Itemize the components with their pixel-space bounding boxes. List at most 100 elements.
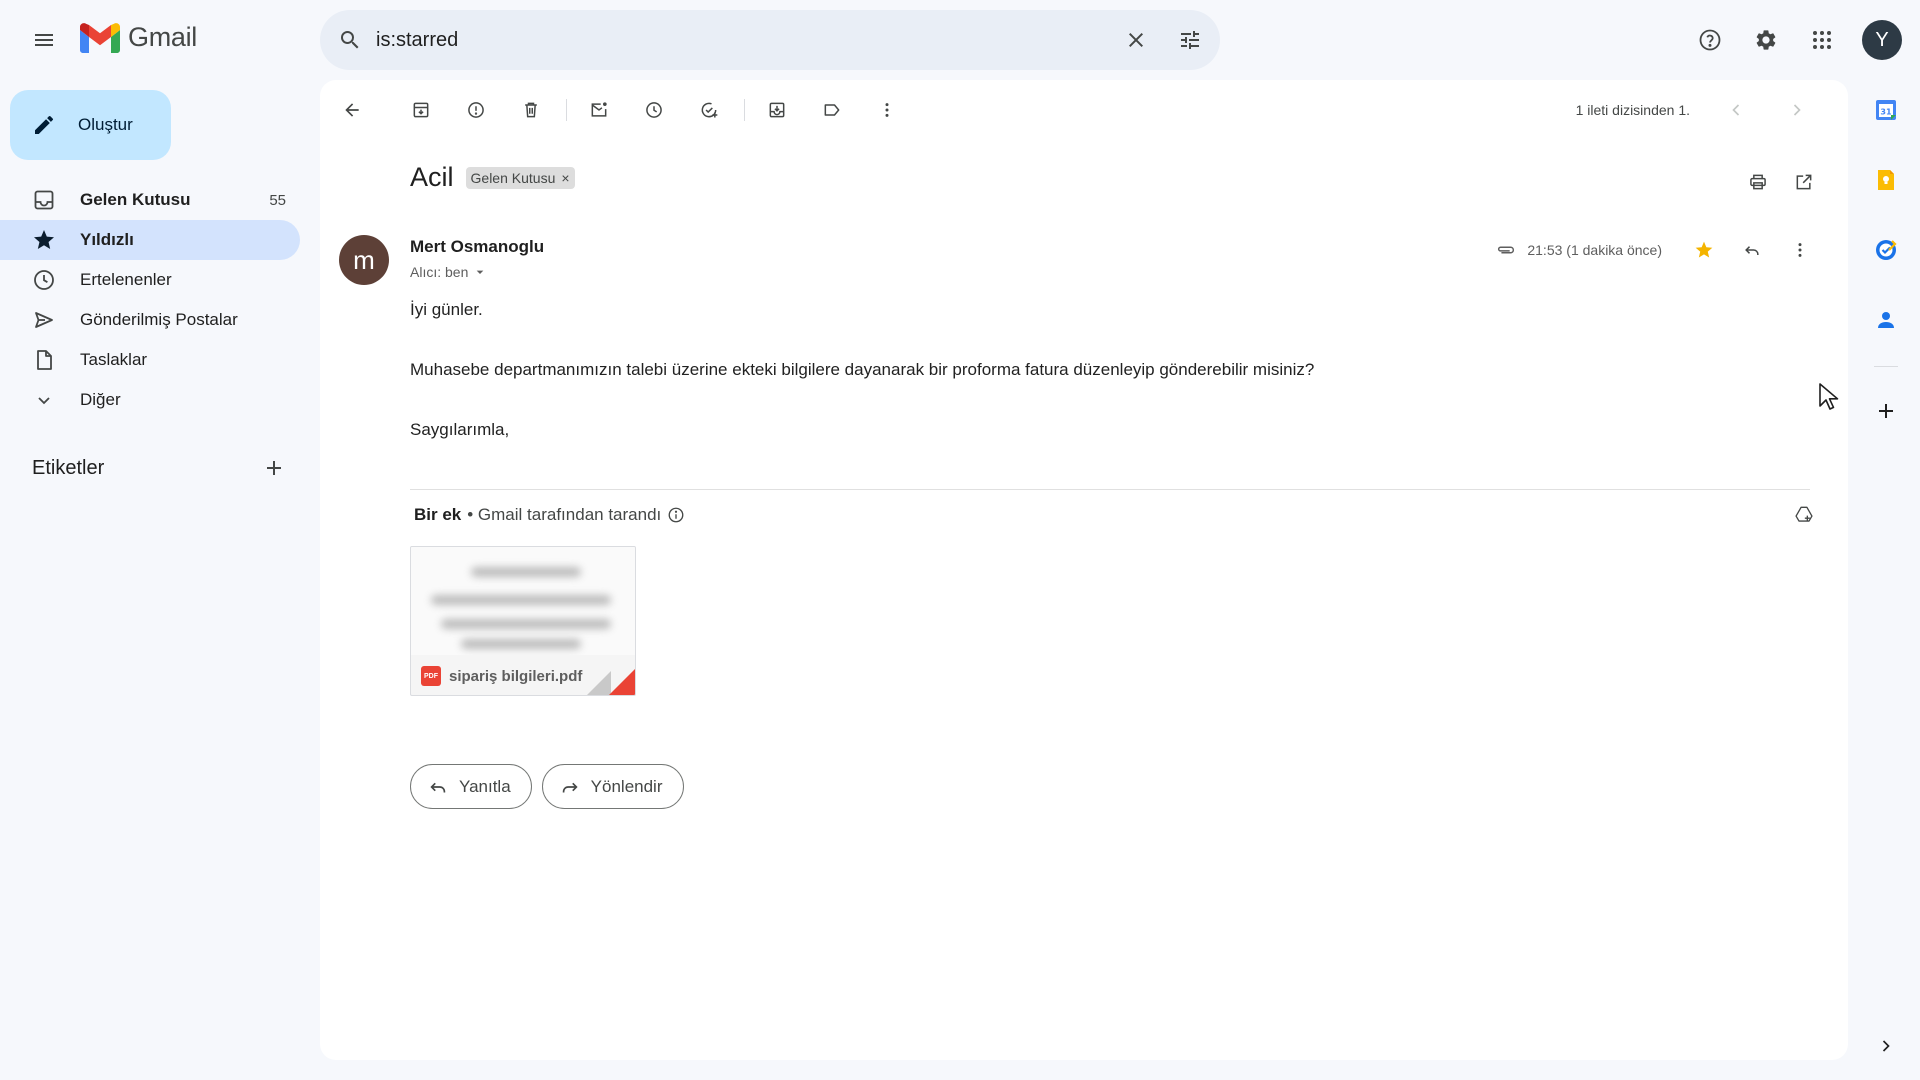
reply-icon-button[interactable] xyxy=(1732,230,1772,270)
report-spam-button[interactable] xyxy=(456,90,496,130)
body-paragraph: İyi günler. xyxy=(410,300,483,319)
star-toggle-button[interactable] xyxy=(1684,230,1724,270)
sidebar-item-starred[interactable]: Yıldızlı xyxy=(0,220,300,260)
account-avatar[interactable]: Y xyxy=(1862,20,1902,60)
close-icon xyxy=(1129,33,1143,47)
message-view: 1 ileti dizisinden 1. Acil Gelen Kutusu … xyxy=(320,80,1848,1060)
newer-button[interactable] xyxy=(1716,90,1756,130)
gmail-logo[interactable]: Gmail xyxy=(80,22,197,53)
label-icon xyxy=(824,104,840,116)
archive-button[interactable] xyxy=(401,90,441,130)
sidebar-item-label: Gelen Kutusu xyxy=(80,190,191,209)
google-apps-button[interactable] xyxy=(1798,16,1846,64)
calendar-icon: 31 xyxy=(1876,100,1896,120)
settings-button[interactable] xyxy=(1742,16,1790,64)
more-vert-icon xyxy=(885,103,889,117)
search-button[interactable] xyxy=(330,20,370,60)
main-menu-button[interactable] xyxy=(24,20,64,60)
delete-button[interactable] xyxy=(511,90,551,130)
message-more-button[interactable] xyxy=(1780,230,1820,270)
mark-unread-button[interactable] xyxy=(579,90,619,130)
tasks-app-button[interactable] xyxy=(1866,230,1906,270)
more-vert-icon xyxy=(1798,243,1802,257)
recipient-text: Alıcı: ben xyxy=(410,264,469,280)
keep-app-button[interactable] xyxy=(1866,160,1906,200)
older-button[interactable] xyxy=(1777,90,1817,130)
print-button[interactable] xyxy=(1738,162,1778,202)
sidebar-item-snoozed[interactable]: Ertelenenler xyxy=(0,260,300,300)
create-label-button[interactable] xyxy=(254,448,294,488)
side-panel-divider xyxy=(1874,366,1898,367)
tune-icon xyxy=(1181,31,1199,49)
chevron-down-icon xyxy=(32,388,56,412)
forward-label: Yönlendir xyxy=(590,776,663,796)
app-name: Gmail xyxy=(128,22,198,52)
tasks-icon xyxy=(1876,240,1897,260)
reply-button[interactable]: Yanıtla xyxy=(410,764,532,809)
back-button[interactable] xyxy=(332,90,372,130)
support-button[interactable] xyxy=(1686,16,1734,64)
top-header: Gmail is:starred Y xyxy=(0,0,1920,80)
label-chip-text: Gelen Kutusu xyxy=(470,169,556,186)
sender-name[interactable]: Mert Osmanoglu xyxy=(410,237,544,257)
report-icon xyxy=(468,102,484,118)
recipient-details[interactable]: Alıcı: ben xyxy=(410,264,488,280)
chevron-left-icon xyxy=(1732,104,1740,116)
print-icon xyxy=(1750,174,1766,190)
labels-button[interactable] xyxy=(812,90,852,130)
attachment-card[interactable]: PDF sipariş bilgileri.pdf xyxy=(410,546,636,696)
body-paragraph: Saygılarımla, xyxy=(410,420,510,439)
remove-label-button[interactable]: × xyxy=(561,170,569,186)
sidebar-item-label: Yıldızlı xyxy=(80,230,134,249)
add-icon xyxy=(1879,404,1893,418)
help-icon xyxy=(1699,29,1721,51)
search-input[interactable]: is:starred xyxy=(376,29,1116,52)
calendar-app-button[interactable]: 31 xyxy=(1866,90,1906,130)
move-to-button[interactable] xyxy=(757,90,797,130)
label-chip: Gelen Kutusu × xyxy=(465,166,575,189)
show-side-panel-button[interactable] xyxy=(1866,1026,1906,1066)
search-options-button[interactable] xyxy=(1170,20,1210,60)
body-paragraph: Muhasebe departmanımızın talebi üzerine … xyxy=(410,360,1315,379)
reply-icon xyxy=(430,782,446,792)
info-icon[interactable] xyxy=(667,506,685,524)
archive-icon xyxy=(413,102,429,118)
caret-down-icon xyxy=(477,270,484,274)
email-body: İyi günler. Muhasebe departmanımızın tal… xyxy=(410,298,1810,478)
contacts-app-button[interactable] xyxy=(1866,300,1906,340)
attachment-thumbnail xyxy=(411,547,635,655)
labels-section: Etiketler xyxy=(32,450,294,486)
more-options-button[interactable] xyxy=(867,90,907,130)
sidebar-item-more[interactable]: Diğer xyxy=(0,380,300,420)
mark-unread-icon xyxy=(591,102,607,117)
attachment-header: Bir ek • Gmail tarafından tarandı xyxy=(414,505,685,525)
sidebar-item-label: Gönderilmiş Postalar xyxy=(80,310,238,329)
gear-icon xyxy=(1756,30,1776,50)
open-new-window-button[interactable] xyxy=(1784,162,1824,202)
arrow-back-icon xyxy=(345,103,359,117)
pdf-file-icon: PDF xyxy=(421,666,441,686)
pencil-icon xyxy=(35,115,54,134)
search-bar[interactable]: is:starred xyxy=(320,10,1220,70)
page-fold-decoration xyxy=(587,671,611,695)
compose-button[interactable]: Oluştur xyxy=(10,90,171,160)
forward-button[interactable]: Yönlendir xyxy=(541,764,684,809)
add-to-drive-button[interactable] xyxy=(1784,494,1824,534)
sidebar-item-drafts[interactable]: Taslaklar xyxy=(0,340,300,380)
toolbar-divider xyxy=(566,99,567,121)
sidebar-item-inbox[interactable]: Gelen Kutusu 55 xyxy=(0,180,300,220)
sidebar-item-sent[interactable]: Gönderilmiş Postalar xyxy=(0,300,300,340)
add-to-tasks-button[interactable] xyxy=(689,90,729,130)
attachment-filename: sipariş bilgileri.pdf xyxy=(449,667,583,685)
clear-search-button[interactable] xyxy=(1116,20,1156,60)
snooze-button[interactable] xyxy=(634,90,674,130)
sender-avatar[interactable]: m xyxy=(339,235,389,285)
star-icon xyxy=(1695,241,1713,258)
get-addons-button[interactable] xyxy=(1866,391,1906,431)
message-toolbar: 1 ileti dizisinden 1. xyxy=(332,90,1832,130)
sidebar-item-label: Ertelenenler xyxy=(80,270,172,289)
trash-icon xyxy=(525,102,537,118)
pdf-corner-decoration xyxy=(609,669,635,695)
unread-count: 55 xyxy=(269,191,286,209)
reply-label: Yanıtla xyxy=(459,776,511,796)
